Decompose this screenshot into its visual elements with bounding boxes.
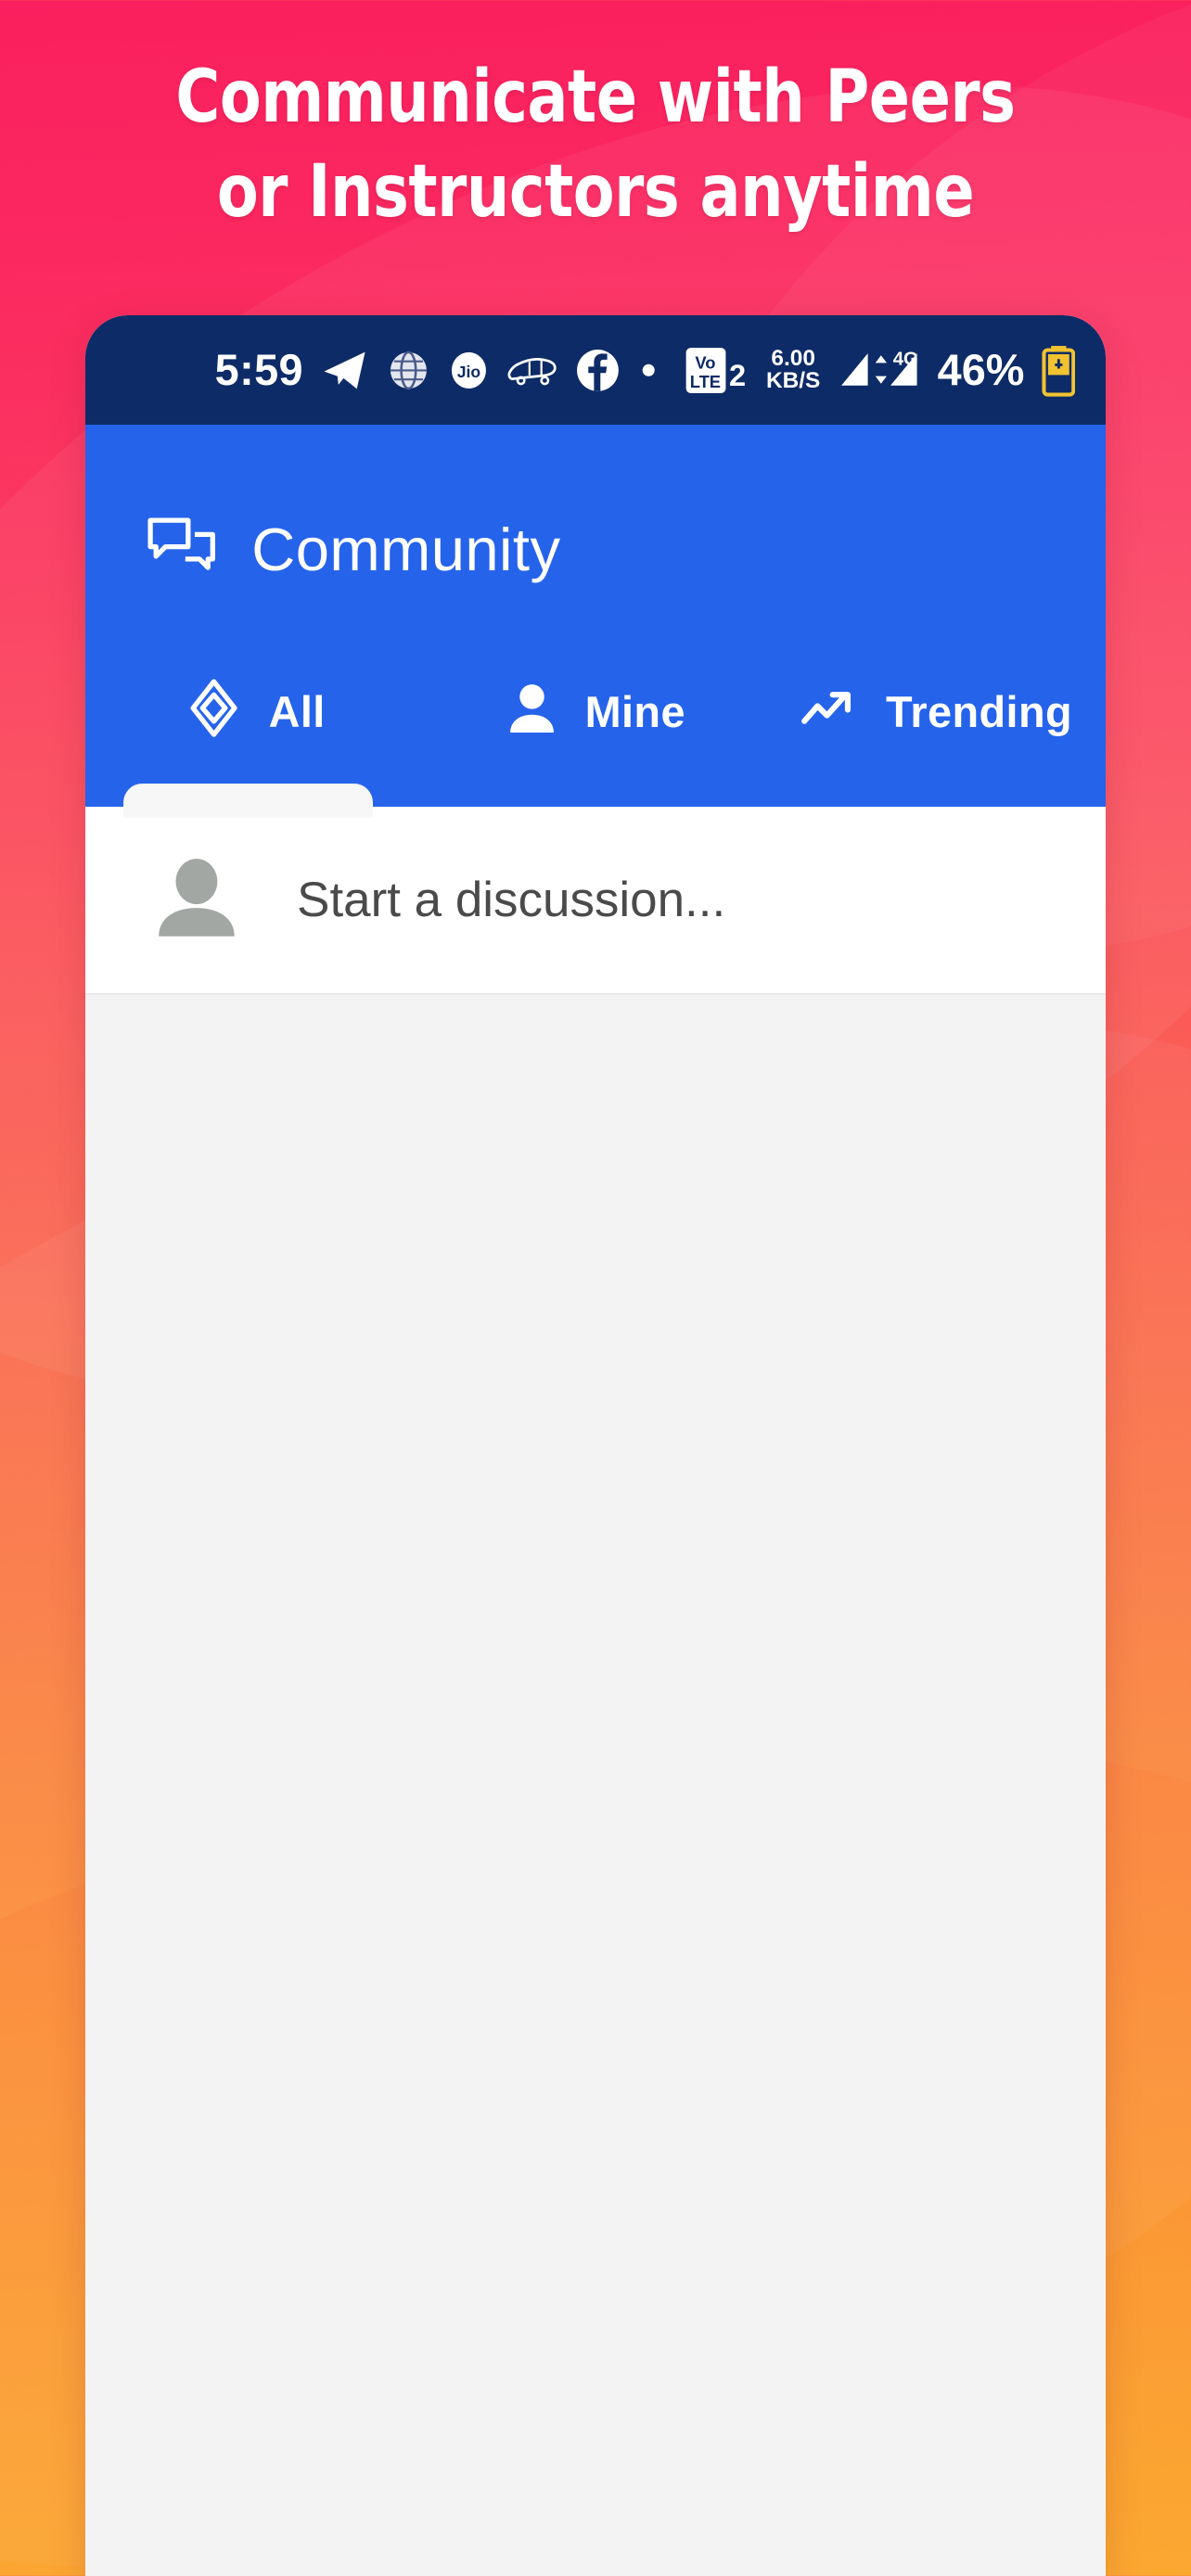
hero-headline-line2: or Instructors anytime: [216, 149, 975, 234]
start-discussion-placeholder: Start a discussion...: [297, 872, 726, 927]
tab-trending[interactable]: Trending: [765, 618, 1106, 807]
volte-icon: Vo LTE 2: [685, 344, 749, 397]
page-title: Community: [251, 516, 561, 584]
battery-percent: 46%: [937, 346, 1025, 395]
phone-mockup: 5:59 Jio Vo LTE 2 6.00 KB/S 4G 46% Commu…: [85, 315, 1106, 2576]
tab-trending-label: Trending: [885, 687, 1072, 736]
person-filled-icon: [506, 678, 558, 746]
data-rate-unit: KB/S: [765, 368, 821, 394]
data-rate-value: 6.00: [771, 345, 815, 371]
data-rate-indicator: 6.00 KB/S: [765, 345, 821, 394]
chat-bubbles-icon: [146, 514, 217, 585]
status-bar-time: 5:59: [214, 346, 304, 395]
signal-bars-icon: 4G: [838, 344, 921, 397]
jio-icon: Jio: [447, 349, 491, 392]
hero-headline-line1: Communicate with Peers: [175, 56, 1016, 139]
tab-all[interactable]: All: [85, 618, 426, 807]
battery-icon: [1042, 344, 1076, 397]
hero-headline: Communicate with Peers or Instructors an…: [42, 60, 1149, 234]
dot-icon: [637, 359, 660, 381]
facebook-icon: [575, 348, 621, 393]
start-discussion-row[interactable]: Start a discussion...: [85, 806, 1106, 996]
tab-all-label: All: [268, 687, 326, 736]
app-bar: Community All Mine Trending: [85, 425, 1106, 818]
bus-icon: [507, 349, 558, 392]
svg-text:LTE: LTE: [690, 371, 721, 390]
discussion-feed: [85, 995, 1106, 2576]
trending-up-icon: [799, 683, 859, 740]
tab-bar: All Mine Trending: [85, 617, 1106, 818]
telegram-icon: [320, 346, 369, 395]
tab-mine-label: Mine: [584, 687, 685, 736]
svg-text:Jio: Jio: [457, 363, 481, 381]
avatar: [149, 849, 244, 951]
svg-text:2: 2: [729, 358, 746, 391]
active-tab-indicator: [122, 784, 373, 818]
svg-text:Vo: Vo: [696, 352, 716, 372]
layers-diamond-icon: [186, 678, 242, 746]
svg-text:4G: 4G: [892, 349, 917, 369]
phone-screen: 5:59 Jio Vo LTE 2 6.00 KB/S 4G 46% Commu…: [85, 315, 1106, 2576]
tab-mine[interactable]: Mine: [426, 618, 766, 807]
globe-app-icon: [387, 349, 430, 392]
status-bar: 5:59 Jio Vo LTE 2 6.00 KB/S 4G 46%: [85, 315, 1106, 426]
